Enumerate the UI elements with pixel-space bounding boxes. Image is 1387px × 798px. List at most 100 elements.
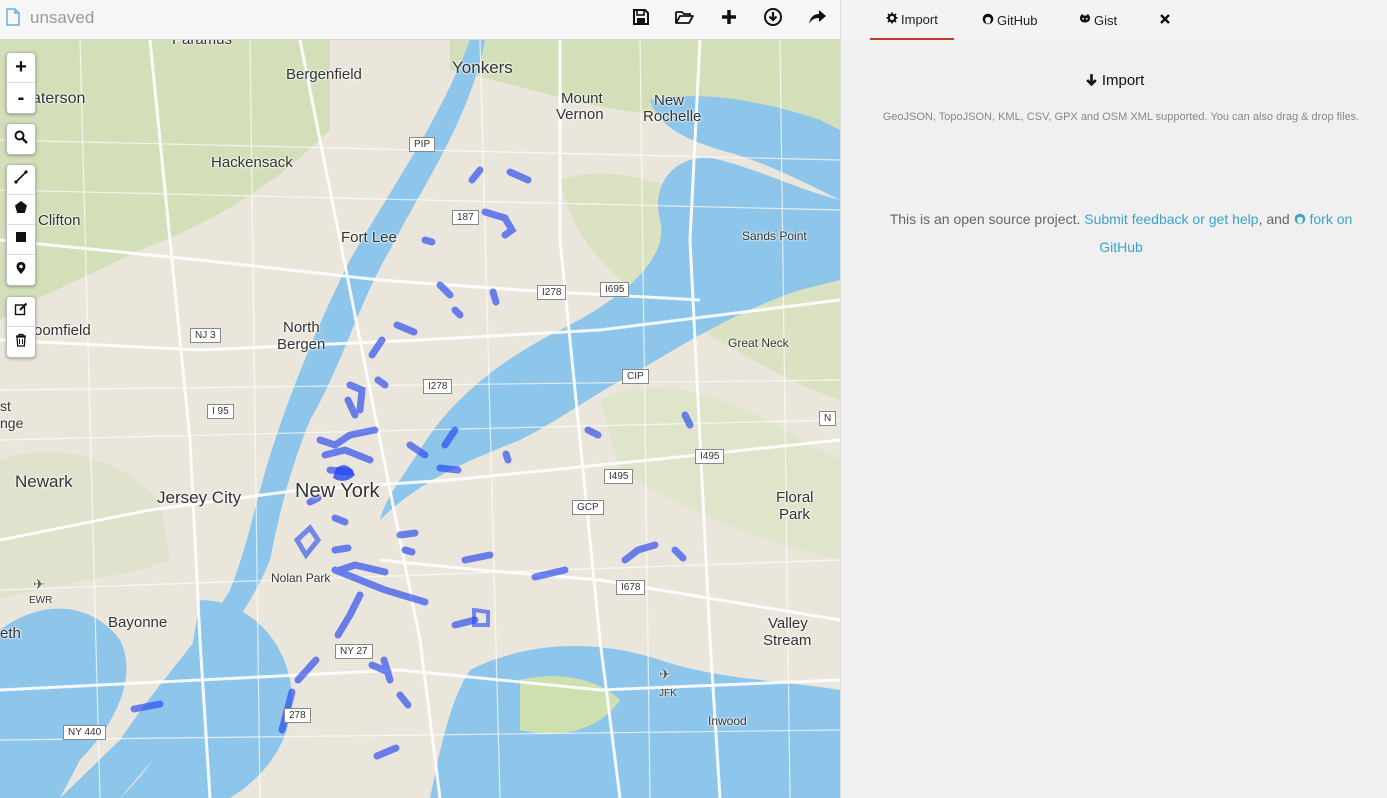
import-description: GeoJSON, TopoJSON, KML, CSV, GPX and OSM… <box>882 111 1360 123</box>
road-shield: I 95 <box>207 404 234 419</box>
pentagon-icon <box>14 200 28 219</box>
basemap <box>0 40 840 798</box>
road-shield: NY 440 <box>63 725 107 740</box>
map-label: Bergenfield <box>286 66 362 83</box>
about-middle: , and <box>1258 211 1294 227</box>
gear-icon <box>886 12 901 27</box>
airport-icon: ✈ <box>659 666 671 682</box>
feedback-link[interactable]: Submit feedback or get help <box>1084 211 1258 227</box>
road-shield: I495 <box>695 449 725 464</box>
map-canvas[interactable]: Paramus Yonkers Bergenfield Mount Vernon… <box>0 40 840 798</box>
delete-layers-button[interactable] <box>7 327 35 357</box>
panel-tabs: Import GitHub Gist <box>841 0 1387 40</box>
road-shield: N <box>819 411 837 426</box>
top-toolbar: unsaved <box>0 0 840 40</box>
map-label: Vernon <box>556 106 604 123</box>
road-shield: I678 <box>616 580 646 595</box>
map-label: Mount <box>561 90 603 107</box>
github-icon <box>982 13 997 28</box>
plus-icon <box>719 7 739 32</box>
octocat-icon <box>1079 13 1094 28</box>
map-label: Jersey City <box>157 488 242 507</box>
save-button[interactable] <box>627 6 655 32</box>
map-label: North <box>283 319 320 336</box>
draw-marker-button[interactable] <box>7 255 35 285</box>
trash-icon <box>14 333 28 352</box>
tab-gist[interactable]: Gist <box>1079 0 1117 40</box>
map-label: Inwood <box>708 714 747 728</box>
about-intro: This is an open source project. <box>889 211 1085 227</box>
share-icon <box>807 7 827 32</box>
close-panel-button[interactable] <box>1159 0 1174 40</box>
file-name[interactable]: unsaved <box>30 8 94 28</box>
close-icon <box>1159 13 1174 28</box>
download-button[interactable] <box>759 6 787 32</box>
square-icon <box>14 230 28 249</box>
open-button[interactable] <box>670 6 698 32</box>
side-panel: Import GitHub Gist Import GeoJSON, TopoJ… <box>840 0 1387 798</box>
map-label: Floral <box>776 489 814 506</box>
map-label: Paramus <box>172 40 232 48</box>
road-shield: 278 <box>284 708 311 723</box>
map-label: JFK <box>659 688 677 699</box>
folder-open-icon <box>674 7 694 32</box>
about-text: This is an open source project. Submit f… <box>871 205 1371 261</box>
map-label: eth <box>0 625 21 642</box>
road-shield: I278 <box>423 379 453 394</box>
import-heading: Import <box>841 72 1387 89</box>
download-circle-icon <box>763 7 783 32</box>
map-label: Valley <box>768 615 808 632</box>
road-shield: PIP <box>409 137 436 152</box>
tab-github[interactable]: GitHub <box>982 0 1037 40</box>
road-shield: GCP <box>572 500 604 515</box>
map-label: New York <box>295 480 380 502</box>
road-shield: NJ 3 <box>190 328 221 343</box>
edit-icon <box>14 302 28 321</box>
map-label: aterson <box>32 90 86 107</box>
map-label: oomfield <box>34 322 91 339</box>
road-shield: I695 <box>600 282 630 297</box>
floppy-icon <box>631 7 651 32</box>
file-icon <box>6 8 20 26</box>
edit-layers-button[interactable] <box>7 297 35 327</box>
new-button[interactable] <box>715 6 743 32</box>
map-label: Sands Point <box>742 229 807 243</box>
search-control <box>6 123 36 155</box>
map-label: New <box>654 92 685 109</box>
map-label: Fort Lee <box>341 229 397 246</box>
draw-rectangle-button[interactable] <box>7 225 35 255</box>
tab-label: GitHub <box>997 12 1038 28</box>
edit-toolbar <box>6 296 36 358</box>
polyline-icon <box>14 170 28 189</box>
import-title[interactable]: Import <box>1102 72 1145 89</box>
tab-label: Gist <box>1094 12 1118 28</box>
map-label: Newark <box>15 472 73 491</box>
zoom-control: + - <box>6 52 36 114</box>
tab-label: Import <box>901 11 938 27</box>
search-icon <box>14 130 28 149</box>
share-button[interactable] <box>803 6 831 32</box>
road-shield: CIP <box>622 369 649 384</box>
map-label: Hackensack <box>211 154 293 171</box>
map-label: Yonkers <box>452 58 513 77</box>
road-shield: NY 27 <box>335 644 373 659</box>
map-label: Clifton <box>38 212 81 229</box>
road-shield: I495 <box>604 469 634 484</box>
draw-polygon-button[interactable] <box>7 195 35 225</box>
zoom-out-button[interactable]: - <box>7 83 35 113</box>
map-label: Nolan Park <box>271 571 331 585</box>
map-label: Rochelle <box>643 108 702 125</box>
map-label: Bergen <box>277 336 326 353</box>
map-label: Bayonne <box>108 614 168 631</box>
zoom-in-button[interactable]: + <box>7 53 35 83</box>
tab-import[interactable]: Import <box>870 0 954 40</box>
draw-toolbar <box>6 164 36 286</box>
map-label: Park <box>779 506 810 523</box>
map-pane: unsaved Yonkers Bergenfield Mount Vernon… <box>0 0 840 798</box>
draw-line-button[interactable] <box>7 165 35 195</box>
map-marker-icon <box>14 261 28 280</box>
map-search-button[interactable] <box>7 124 35 154</box>
map-label: Stream <box>763 632 812 649</box>
map-label: st <box>0 398 11 414</box>
road-shield: 187 <box>452 210 479 225</box>
